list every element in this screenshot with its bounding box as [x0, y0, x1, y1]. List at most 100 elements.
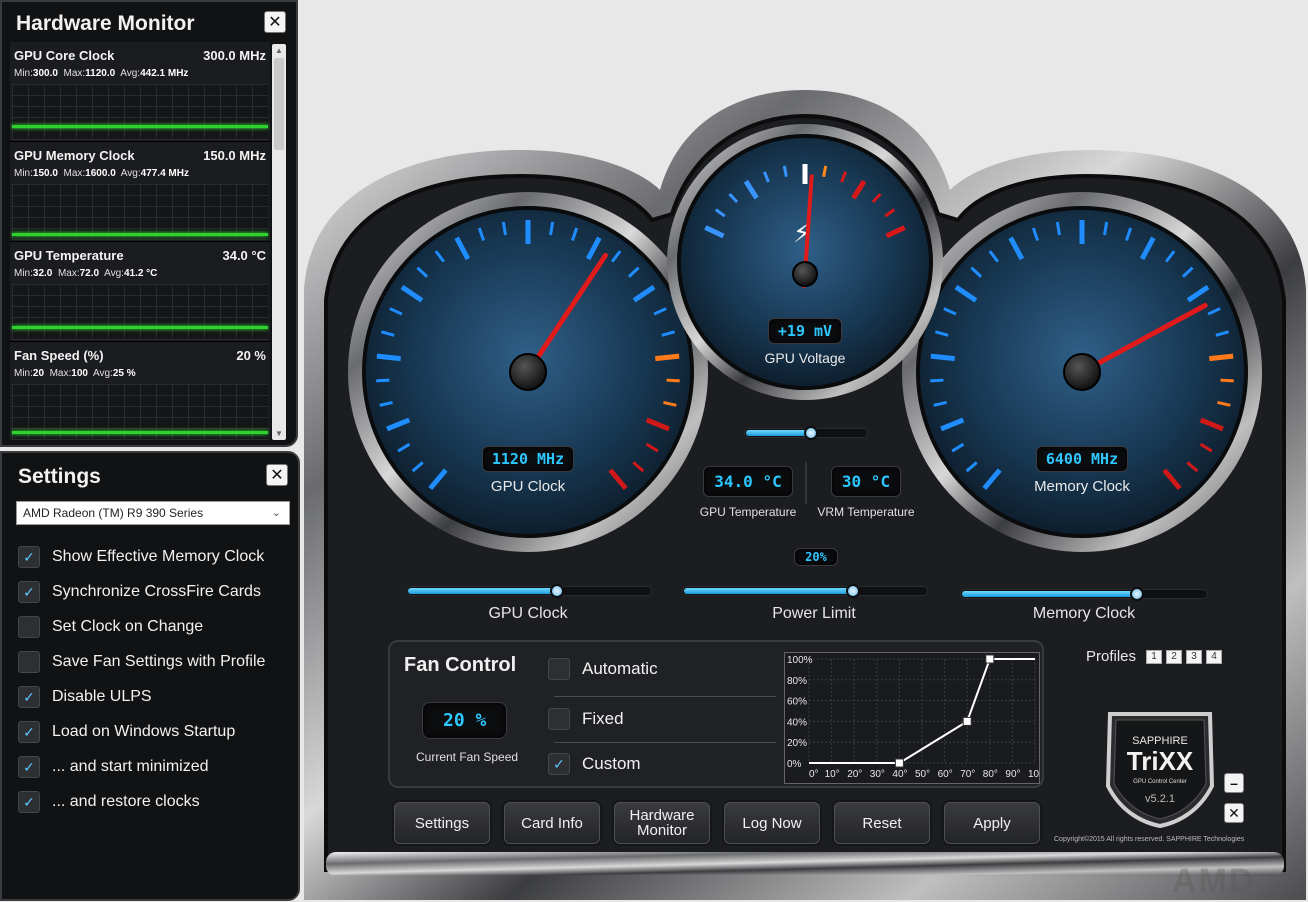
- vrm-temperature-label: VRM Temperature: [817, 505, 915, 519]
- monitor-item-fan-speed: Fan Speed (%) 20 % Min:20 Max:100 Avg:25…: [10, 342, 270, 440]
- monitor-item-graph: [12, 384, 268, 440]
- fan-curve-point[interactable]: [985, 654, 995, 664]
- vrm-temperature-readout: 30 °C: [830, 466, 902, 497]
- fan-fixed-label: Fixed: [582, 709, 624, 728]
- profile-slot-4[interactable]: 4: [1206, 649, 1223, 664]
- settings-option-checkbox[interactable]: ✓: [18, 581, 40, 603]
- settings-option-row[interactable]: ✓ ... and restore clocks: [18, 790, 200, 814]
- settings-option-checkbox[interactable]: ✓: [18, 686, 40, 708]
- checkmark-icon: ✓: [553, 756, 565, 772]
- settings-button[interactable]: Settings: [394, 802, 490, 844]
- fan-chart-y-tick: 20%: [787, 738, 807, 749]
- settings-option-row[interactable]: ✓ Disable ULPS: [18, 685, 152, 709]
- slider-knob[interactable]: [550, 584, 565, 598]
- logo-version: v5.2.1: [1145, 793, 1175, 805]
- settings-option-checkbox[interactable]: ✓: [18, 721, 40, 743]
- power-limit-slider[interactable]: [682, 584, 928, 598]
- settings-option-checkbox[interactable]: [18, 616, 40, 638]
- monitor-item-gpu-temperature: GPU Temperature 34.0 °C Min:32.0 Max:72.…: [10, 242, 270, 342]
- fan-mode-custom[interactable]: ✓ Custom: [548, 753, 641, 775]
- gauge-tick: [1220, 378, 1234, 383]
- profile-slot-1[interactable]: 1: [1146, 649, 1163, 664]
- settings-panel: Settings ✕ AMD Radeon (TM) R9 390 Series…: [0, 451, 300, 901]
- monitor-graph-line: [12, 124, 268, 128]
- profiles-label: Profiles: [1086, 648, 1137, 665]
- fan-chart-x-tick: 90°: [1005, 769, 1020, 780]
- checkmark-icon: ✓: [23, 549, 35, 565]
- monitor-item-gpu-core-clock: GPU Core Clock 300.0 MHz Min:300.0 Max:1…: [10, 42, 270, 142]
- settings-close-button[interactable]: ✕: [266, 464, 288, 486]
- hardware-monitor-title: Hardware Monitor: [16, 12, 195, 35]
- slider-fill: [408, 588, 556, 594]
- settings-option-row[interactable]: ✓ Synchronize CrossFire Cards: [18, 580, 261, 604]
- hardware-monitor-panel: Hardware Monitor ✕ GPU Core Clock 300.0 …: [0, 0, 298, 447]
- settings-option-checkbox[interactable]: ✓: [18, 756, 40, 778]
- settings-option-row[interactable]: ✓ Show Effective Memory Clock: [18, 545, 264, 569]
- fan-chart-x-tick: 70°: [960, 769, 975, 780]
- slider-knob[interactable]: [804, 426, 819, 440]
- settings-option-label: Synchronize CrossFire Cards: [52, 583, 261, 600]
- settings-option-row[interactable]: ✓ ... and start minimized: [18, 755, 209, 779]
- settings-option-row[interactable]: Save Fan Settings with Profile: [18, 650, 265, 674]
- memory-clock-slider[interactable]: [960, 587, 1208, 601]
- gpu-clock-gauge-label: GPU Clock: [490, 478, 566, 495]
- settings-option-row[interactable]: ✓ Load on Windows Startup: [18, 720, 235, 744]
- gpu-voltage-gauge-label: GPU Voltage: [764, 350, 846, 366]
- fan-curve-svg[interactable]: 100% 80% 60% 40% 20% 0% 0° 10° 20° 30° 40° 50° 60° 70…: [785, 653, 1049, 783]
- memory-clock-readout: 6400 MHz: [1035, 446, 1129, 472]
- apply-button[interactable]: Apply: [944, 802, 1040, 844]
- log-now-button[interactable]: Log Now: [724, 802, 820, 844]
- fan-option-divider: [554, 696, 776, 697]
- settings-option-row[interactable]: Set Clock on Change: [18, 615, 203, 639]
- profile-slot-2[interactable]: 2: [1166, 649, 1183, 664]
- fan-mode-fixed[interactable]: Fixed: [548, 708, 624, 730]
- hardware-monitor-button[interactable]: Hardware Monitor: [614, 802, 710, 844]
- fan-custom-label: Custom: [582, 754, 641, 773]
- monitor-item-stats: Min:150.0 Max:1600.0 Avg:477.4 MHz: [14, 168, 189, 179]
- monitor-item-name: Fan Speed (%): [14, 348, 104, 363]
- monitor-item-name: GPU Core Clock: [14, 48, 115, 63]
- scroll-down-icon[interactable]: ▼: [272, 429, 286, 438]
- fan-custom-checkbox[interactable]: ✓: [548, 753, 570, 775]
- slider-knob[interactable]: [845, 584, 860, 598]
- fan-curve-chart[interactable]: 100% 80% 60% 40% 20% 0% 0° 10° 20° 30° 40° 50° 60° 70…: [784, 652, 1049, 784]
- card-info-button[interactable]: Card Info: [504, 802, 600, 844]
- fan-chart-x-tick: 50°: [915, 769, 930, 780]
- hardware-monitor-scrollbar[interactable]: ▲ ▼: [272, 44, 286, 440]
- monitor-item-name: GPU Memory Clock: [14, 148, 135, 163]
- fan-mode-automatic[interactable]: Automatic: [548, 658, 658, 680]
- minimize-button[interactable]: –: [1224, 773, 1244, 793]
- fan-control-title: Fan Control: [404, 654, 517, 676]
- hardware-monitor-button-line1: Hardware: [629, 807, 695, 824]
- fan-chart-x-tick: 60°: [938, 769, 953, 780]
- settings-option-checkbox[interactable]: ✓: [18, 546, 40, 568]
- profile-slot-3[interactable]: 3: [1186, 649, 1203, 664]
- settings-option-label: Load on Windows Startup: [52, 723, 236, 740]
- settings-option-checkbox[interactable]: [18, 651, 40, 673]
- window-close-button[interactable]: ✕: [1224, 803, 1244, 823]
- gpu-clock-slider[interactable]: [406, 584, 652, 598]
- fan-curve-point[interactable]: [894, 758, 904, 768]
- memory-clock-readout-group: 6400 MHz Memory Clock: [1002, 446, 1162, 495]
- checkmark-icon: ✓: [23, 584, 35, 600]
- logo-product: TriXX: [1127, 746, 1194, 776]
- fan-curve-point[interactable]: [962, 716, 972, 726]
- fan-chart-y-tick: 0%: [787, 759, 802, 770]
- scrollbar-thumb[interactable]: [274, 58, 284, 150]
- settings-option-checkbox[interactable]: ✓: [18, 791, 40, 813]
- hardware-monitor-close-button[interactable]: ✕: [264, 11, 286, 33]
- reset-button[interactable]: Reset: [834, 802, 930, 844]
- monitor-item-graph: [12, 284, 268, 340]
- gpu-select-dropdown[interactable]: AMD Radeon (TM) R9 390 Series ⌄: [16, 501, 290, 525]
- slider-fill: [684, 588, 851, 594]
- fan-automatic-checkbox[interactable]: [548, 658, 570, 680]
- fan-chart-y-tick: 40%: [787, 717, 807, 728]
- scroll-up-icon[interactable]: ▲: [272, 46, 286, 55]
- monitor-graph-line: [12, 325, 268, 329]
- fan-fixed-checkbox[interactable]: [548, 708, 570, 730]
- checkmark-icon: ✓: [23, 794, 35, 810]
- monitor-item-graph: [12, 184, 268, 240]
- settings-option-label: Set Clock on Change: [52, 618, 204, 635]
- slider-knob[interactable]: [1130, 587, 1145, 601]
- gpu-voltage-slider[interactable]: [744, 426, 868, 440]
